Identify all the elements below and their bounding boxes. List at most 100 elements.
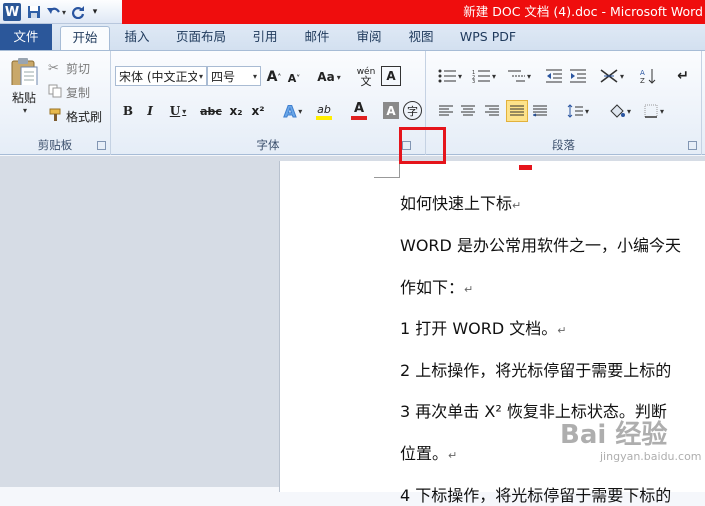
copy-label: 复制 (66, 85, 91, 100)
multilevel-list-button[interactable]: ▾ (504, 66, 534, 86)
doc-line-4: 1 打开 WORD 文档。↵ (400, 319, 567, 338)
strikethrough-button[interactable]: abc (199, 101, 223, 121)
paragraph-dialog-launcher[interactable] (688, 141, 697, 150)
svg-text:Z: Z (640, 77, 645, 84)
chinese-layout-button[interactable]: ▾ (598, 66, 626, 86)
baidu-watermark: Bai 经验 jingyan.baidu.com (560, 420, 702, 463)
align-right-icon (485, 105, 499, 116)
chevron-down-icon: ▾ (199, 71, 204, 81)
tab-references[interactable]: 引用 (244, 26, 286, 50)
chevron-down-icon: ▾ (253, 71, 258, 81)
tab-page-layout[interactable]: 页面布局 (168, 26, 234, 50)
copy-icon (48, 84, 66, 101)
character-border-button[interactable]: A (381, 66, 401, 86)
clipboard-group-label: 剪贴板 (37, 138, 73, 152)
text-effects-button[interactable]: A ▾ (279, 100, 307, 122)
scissors-icon: ✂ (48, 60, 59, 76)
window-title: 新建 DOC 文档 (4).doc - Microsoft Word (463, 4, 703, 19)
tab-review[interactable]: 审阅 (348, 26, 390, 50)
borders-icon (644, 104, 658, 118)
shading-button[interactable]: ▾ (606, 101, 634, 121)
character-shading-button[interactable]: A (383, 102, 399, 119)
decrease-indent-button[interactable] (544, 66, 564, 86)
font-name-select[interactable]: 宋体 (中文正文 ▾ (115, 66, 207, 86)
font-size-select[interactable]: 四号 ▾ (207, 66, 261, 86)
doc-line-8: 4 下标操作，将光标停留于需要下标的 (400, 486, 672, 505)
font-group: 宋体 (中文正文 ▾ 四号 ▾ A ˄ A ˅ Aa ▾ wén 文 A B I U ▾ ab… (111, 51, 426, 155)
doc-line-5: 2 上标操作，将光标停留于需要上标的 (400, 361, 672, 380)
sort-button[interactable]: AZ (638, 66, 658, 86)
line-spacing-button[interactable]: ▾ (564, 101, 592, 121)
phonetic-guide-button[interactable]: wén 文 (355, 65, 377, 89)
shrink-font-button[interactable]: A ˅ (286, 70, 302, 86)
bold-button[interactable]: B (119, 101, 137, 121)
customize-qat-icon[interactable]: ▾ (90, 2, 100, 22)
tab-view[interactable]: 视图 (400, 26, 442, 50)
subscript-button[interactable]: x₂ (227, 101, 245, 121)
tab-home[interactable]: 开始 (60, 26, 110, 51)
character-border-icon: A (386, 69, 396, 83)
clipboard-group: 粘贴 ▾ ✂ 剪切 复制 格式刷 剪贴板 (0, 51, 111, 155)
show-marks-button[interactable]: ↵ (674, 66, 692, 86)
clipboard-dialog-launcher[interactable] (97, 141, 106, 150)
borders-button[interactable]: ▾ (640, 101, 668, 121)
tab-file[interactable]: 文件 (0, 24, 52, 50)
copy-button[interactable]: 复制 (48, 83, 90, 101)
doc-line-3: 作如下：↵ (400, 278, 474, 297)
grow-font-button[interactable]: A ˄ (265, 68, 283, 86)
paste-dropdown-icon[interactable]: ▾ (23, 106, 27, 115)
highlight-button[interactable]: ab (309, 99, 339, 123)
paragraph-mark-icon: ↵ (677, 68, 689, 84)
grow-font-icon: A (266, 69, 278, 85)
numbering-button[interactable]: 1 2 3 ▾ (470, 66, 498, 86)
justify-icon (510, 105, 524, 116)
watermark-brand: Bai 经验 (560, 420, 668, 450)
doc-line-7: 位置。↵ (400, 444, 458, 463)
font-color-icon: A (353, 101, 365, 116)
underline-icon: U (169, 104, 181, 118)
cut-label: 剪切 (66, 61, 91, 76)
font-name-value: 宋体 (中文正文 (119, 69, 197, 84)
underline-button[interactable]: U ▾ (165, 101, 191, 121)
increase-indent-button[interactable] (568, 66, 588, 86)
superscript-button[interactable]: x² (249, 101, 267, 121)
format-painter-label: 格式刷 (66, 109, 103, 124)
tab-insert[interactable]: 插入 (116, 26, 158, 50)
bullets-icon (438, 69, 456, 83)
align-center-button[interactable] (458, 101, 478, 121)
tab-mailings[interactable]: 邮件 (296, 26, 338, 50)
svg-text:3: 3 (472, 79, 475, 83)
justify-button[interactable] (506, 100, 528, 122)
redo-icon[interactable] (68, 2, 88, 22)
paste-label: 粘贴 (11, 91, 36, 105)
ribbon: 粘贴 ▾ ✂ 剪切 复制 格式刷 剪贴板 宋体 (中文正文 ▾ 四号 ▾ A ˄ A ˅… (0, 50, 705, 155)
title-bar: W ▾ ▾ 新建 DOC 文档 (4).doc - Microsoft Word (0, 0, 705, 24)
brush-icon (48, 108, 66, 125)
save-icon[interactable] (24, 2, 44, 22)
align-right-button[interactable] (482, 101, 502, 121)
undo-icon[interactable]: ▾ (46, 2, 66, 22)
align-left-icon (439, 105, 453, 116)
paste-button[interactable]: 粘贴 ▾ (5, 57, 43, 115)
cut-button[interactable]: ✂ 剪切 (48, 59, 90, 77)
tab-wps-pdf[interactable]: WPS PDF (452, 26, 524, 50)
font-color-button[interactable]: A (345, 99, 373, 123)
ribbon-tabs: 文件 开始 插入 页面布局 引用 邮件 审阅 视图 WPS PDF (0, 24, 705, 51)
bullets-button[interactable]: ▾ (436, 66, 464, 86)
change-case-button[interactable]: Aa ▾ (316, 68, 342, 86)
sort-icon: AZ (640, 69, 656, 84)
distributed-button[interactable] (530, 101, 550, 121)
paragraph-group-label: 段落 (552, 138, 575, 152)
text-effects-icon: A (283, 101, 297, 121)
change-case-icon: Aa (317, 70, 335, 84)
align-left-button[interactable] (436, 101, 456, 121)
format-painter-button[interactable]: 格式刷 (48, 107, 102, 125)
align-center-icon (461, 105, 475, 116)
quick-access-toolbar: W ▾ ▾ (0, 0, 100, 24)
clipboard-icon (11, 58, 38, 85)
enclose-characters-button[interactable]: 字 (403, 101, 422, 120)
increase-indent-icon (570, 69, 586, 83)
italic-button[interactable]: I (141, 101, 159, 121)
red-annotation-mark (519, 165, 532, 170)
word-app-icon[interactable]: W (2, 2, 22, 22)
